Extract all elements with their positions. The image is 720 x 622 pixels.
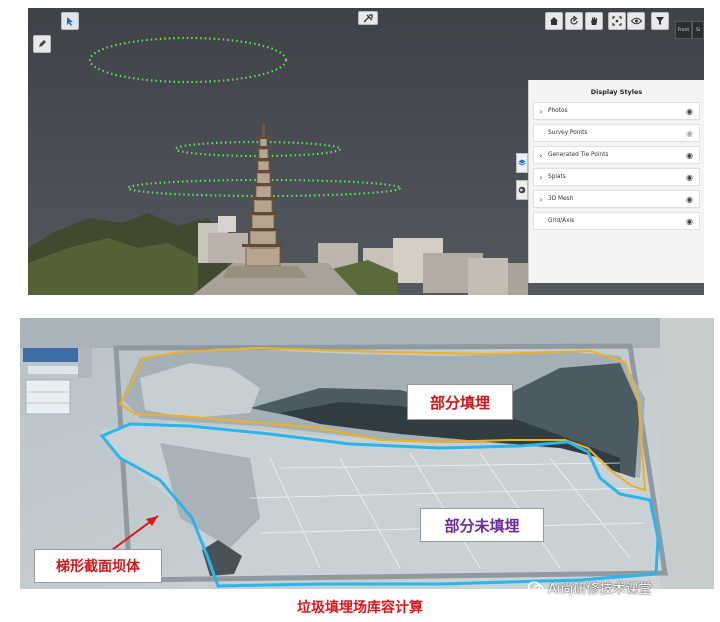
pencil-icon[interactable]: [33, 35, 51, 53]
layer-row-splats[interactable]: › Splats ◉: [533, 168, 700, 186]
layer-label: Generated Tie Points: [548, 152, 609, 158]
figure-caption: 垃圾填埋场库容计算: [297, 600, 423, 616]
watermark-text: Ai尚研修技术课堂: [548, 582, 652, 597]
chevron-right-icon[interactable]: ›: [534, 107, 548, 116]
eye-icon[interactable]: ◉: [686, 107, 693, 116]
eye-icon[interactable]: ◉: [686, 173, 693, 182]
layer-row-photos[interactable]: › Photos ◉: [533, 102, 700, 120]
layer-label: 3D Mesh: [548, 196, 574, 202]
layer-label: Photos: [548, 108, 568, 114]
filter-icon[interactable]: [651, 12, 669, 30]
layers-icon[interactable]: [516, 153, 528, 173]
eye-icon[interactable]: ◉: [686, 195, 693, 204]
layer-label: Survey Points: [548, 130, 588, 136]
zoom-fit-icon[interactable]: [608, 12, 626, 30]
chevron-right-icon[interactable]: ›: [534, 173, 548, 182]
eye-icon[interactable]: [627, 12, 645, 30]
landfill-aerial-image: 部分填埋 部分未填埋 梯形截面坝体: [20, 318, 714, 589]
eye-icon[interactable]: ◉: [686, 217, 693, 226]
home-icon[interactable]: [545, 12, 563, 30]
tab-front[interactable]: Front: [675, 21, 692, 39]
layer-row-3d-mesh[interactable]: › 3D Mesh ◉: [533, 190, 700, 208]
panel-title: Display Styles: [590, 88, 643, 96]
layer-row-grid-axis[interactable]: Grid/Axis ◉: [533, 212, 700, 230]
watermark: Ai尚研修技术课堂: [528, 578, 652, 597]
layer-label: Grid/Axis: [548, 218, 575, 224]
layer-label: Splats: [548, 174, 566, 180]
eye-icon[interactable]: ◉: [686, 151, 693, 160]
layer-row-survey-points[interactable]: Survey Points ◉: [533, 124, 700, 142]
label-trapezoid-dam: 梯形截面坝体: [34, 549, 162, 583]
chevron-right-icon[interactable]: ›: [534, 151, 548, 160]
rotate-icon[interactable]: [565, 12, 583, 30]
hand-icon[interactable]: [585, 12, 603, 30]
cursor-icon[interactable]: [61, 12, 79, 30]
eye-off-icon[interactable]: ◉: [686, 129, 693, 138]
display-styles-panel: Display Styles › Photos ◉ Survey Points …: [528, 80, 704, 283]
chevron-right-icon[interactable]: ›: [534, 195, 548, 204]
3d-viewer[interactable]: Front Si Display Styles › Photos ◉ Surve…: [28, 8, 704, 295]
wechat-icon: [528, 581, 544, 594]
globe-icon[interactable]: [516, 180, 528, 200]
label-partial-filled: 部分填埋: [407, 384, 513, 420]
tab-side[interactable]: Si: [692, 21, 704, 39]
label-partial-unfilled: 部分未填埋: [420, 508, 544, 542]
tools-icon[interactable]: [358, 11, 378, 25]
layer-row-tie-points[interactable]: › Generated Tie Points ◉: [533, 146, 700, 164]
